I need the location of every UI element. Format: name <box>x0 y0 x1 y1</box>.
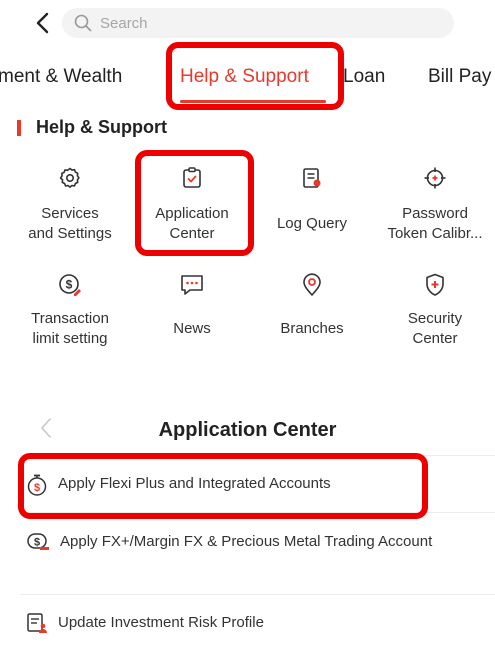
tab-investment-wealth[interactable]: ment & Wealth <box>0 66 122 88</box>
list-item-update-risk-profile[interactable]: Update Investment Risk Profile <box>26 612 466 641</box>
list-item-label: Apply FX+/Margin FX & Precious Metal Tra… <box>60 533 433 550</box>
grid-item-security-center[interactable]: Security Center <box>380 271 490 349</box>
svg-text:$: $ <box>66 278 73 292</box>
highlight-box-tab <box>166 42 344 110</box>
grid-item-label: Transaction <box>31 310 109 327</box>
grid-item-password-token[interactable]: Password Token Calibr... <box>380 164 490 244</box>
grid-item-label: Services <box>41 205 99 222</box>
search-icon <box>74 14 92 32</box>
location-pin-icon <box>303 273 321 296</box>
list-item-apply-fx-margin[interactable]: $ Apply FX+/Margin FX & Precious Metal T… <box>26 531 466 560</box>
shield-plus-icon <box>426 273 444 296</box>
grid-item-label: Security <box>407 310 463 327</box>
grid-item-branches[interactable]: Branches <box>257 271 367 339</box>
chat-bubble-icon <box>181 275 203 295</box>
tab-loan[interactable]: Loan <box>343 66 385 88</box>
application-center-title: Application Center <box>158 419 337 441</box>
divider <box>20 594 495 595</box>
grid-item-label: Center <box>412 330 458 347</box>
grid-item-label: News <box>173 320 211 337</box>
document-user-icon <box>27 613 47 633</box>
back-button[interactable] <box>30 10 56 36</box>
document-search-icon <box>303 168 321 188</box>
crosshair-icon <box>424 167 446 189</box>
grid-item-label: limit setting <box>32 330 108 347</box>
tab-bill-pay[interactable]: Bill Pay <box>428 66 491 88</box>
dollar-card-icon: $ <box>27 533 49 550</box>
grid-item-label: Password <box>402 205 468 222</box>
grid-item-label: and Settings <box>28 225 112 242</box>
gear-icon <box>59 167 80 188</box>
search-input[interactable] <box>98 13 402 33</box>
grid-item-label: Token Calibr... <box>387 225 483 242</box>
grid-item-transaction-limit[interactable]: $ Transaction limit setting <box>15 271 125 349</box>
highlight-box-apply-flexi-plus <box>18 453 428 519</box>
section-accent-bar <box>17 120 21 136</box>
chevron-left-icon <box>36 12 49 34</box>
grid-item-label: Log Query <box>276 215 348 232</box>
section-title: Help & Support <box>36 117 167 137</box>
list-item-label: Update Investment Risk Profile <box>58 614 264 631</box>
grid-item-news[interactable]: News <box>137 271 247 339</box>
dollar-edit-icon: $ <box>59 274 81 296</box>
svg-text:$: $ <box>34 537 40 549</box>
grid-item-services-settings[interactable]: Services and Settings <box>15 164 125 244</box>
grid-item-log-query[interactable]: Log Query <box>257 164 367 234</box>
highlight-box-application-center <box>135 150 254 256</box>
search-bar[interactable] <box>62 8 454 38</box>
grid-item-label: Branches <box>280 320 344 337</box>
